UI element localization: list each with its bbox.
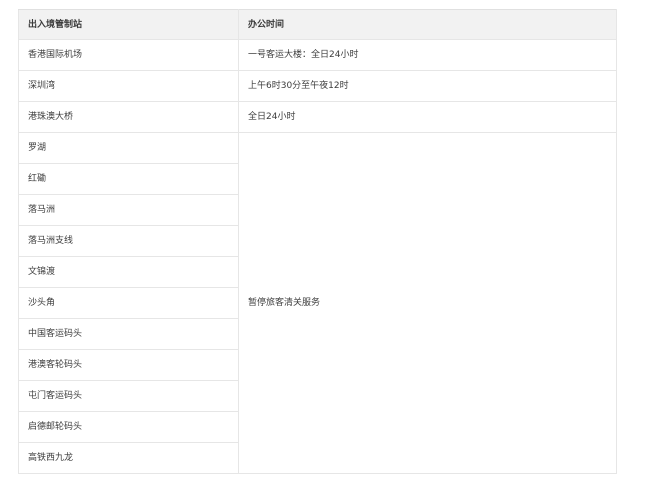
table-header-row: 出入境管制站 办公时间 [18, 9, 617, 40]
column-header-station: 出入境管制站 [18, 9, 239, 40]
table-row: 罗湖 暂停旅客清关服务 [18, 132, 617, 474]
border-control-hours-table-container: 出入境管制站 办公时间 香港国际机场 一号客运大楼：全日24小时 深圳湾 上午6… [18, 9, 617, 474]
station-cell: 落马洲支线 [18, 225, 239, 257]
column-header-office-hours: 办公时间 [238, 9, 617, 40]
table-row: 香港国际机场 一号客运大楼：全日24小时 [18, 39, 617, 71]
station-cell: 中国客运码头 [18, 318, 239, 350]
station-cell: 香港国际机场 [18, 39, 239, 71]
hours-cell: 上午6时30分至午夜12时 [238, 70, 617, 102]
station-cell: 高铁西九龙 [18, 442, 239, 474]
station-cell: 罗湖 [18, 132, 239, 164]
station-cell: 港珠澳大桥 [18, 101, 239, 133]
table-row: 港珠澳大桥 全日24小时 [18, 101, 617, 133]
table-row: 深圳湾 上午6时30分至午夜12时 [18, 70, 617, 102]
station-cell: 文锦渡 [18, 256, 239, 288]
merged-hours-cell: 暂停旅客清关服务 [238, 132, 617, 474]
station-cell: 屯门客运码头 [18, 380, 239, 412]
hours-cell: 全日24小时 [238, 101, 617, 133]
station-cell: 深圳湾 [18, 70, 239, 102]
station-cell: 红磡 [18, 163, 239, 195]
station-cell: 港澳客轮码头 [18, 349, 239, 381]
station-cell: 启德邮轮码头 [18, 411, 239, 443]
station-cell: 沙头角 [18, 287, 239, 319]
station-cell: 落马洲 [18, 194, 239, 226]
hours-cell: 一号客运大楼：全日24小时 [238, 39, 617, 71]
border-control-hours-table: 出入境管制站 办公时间 香港国际机场 一号客运大楼：全日24小时 深圳湾 上午6… [18, 9, 617, 474]
